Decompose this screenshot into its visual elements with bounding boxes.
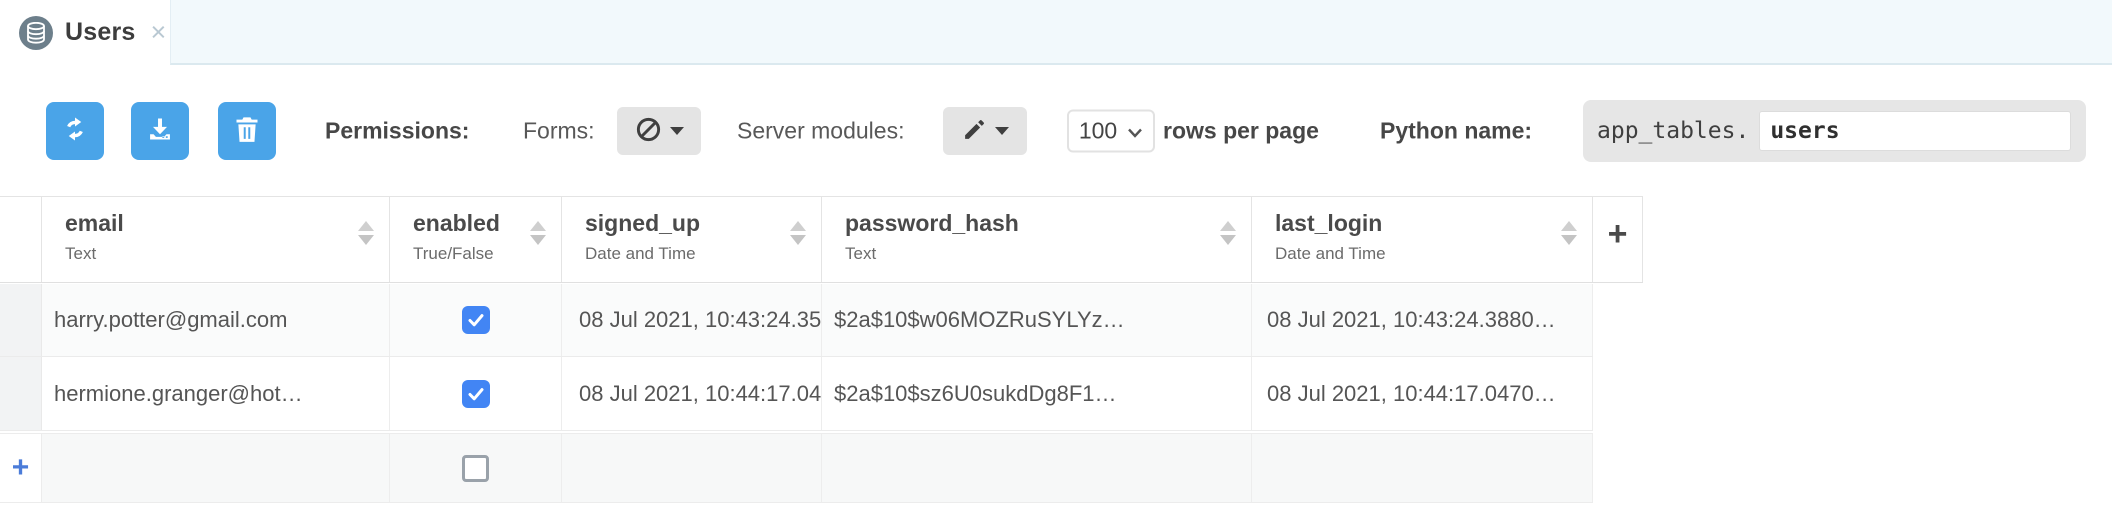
column-name: password_hash [845, 210, 1019, 236]
new-cell-password-hash[interactable] [822, 434, 1252, 502]
checkbox-checked[interactable] [461, 306, 490, 334]
column-type: True/False [413, 244, 494, 263]
pencil-icon [962, 117, 987, 145]
cell-last-login[interactable]: 08 Jul 2021, 10:44:17.0470… [1252, 357, 1593, 430]
sort-toggle-icon[interactable] [790, 221, 806, 245]
tab-close-icon[interactable]: × [151, 19, 167, 46]
column-type: Text [845, 244, 877, 263]
ban-icon [635, 116, 662, 146]
download-icon [146, 115, 174, 146]
row-gutter [0, 357, 42, 430]
new-cell-email[interactable] [42, 434, 390, 502]
caret-down-icon [669, 126, 684, 135]
python-name-input[interactable] [1759, 110, 2072, 151]
column-name: signed_up [585, 210, 701, 236]
tab-label: Users [65, 18, 136, 46]
column-type: Date and Time [1275, 244, 1386, 263]
rows-per-page-label: rows per page [1163, 117, 1319, 143]
column-header-enabled[interactable]: enabled True/False [390, 197, 562, 282]
cell-signed-up[interactable]: 08 Jul 2021, 10:43:24.3570… [562, 284, 822, 356]
new-cell-signed-up[interactable] [562, 434, 822, 502]
header-gutter [0, 197, 42, 282]
new-row: + [0, 433, 1593, 503]
chevron-down-icon [1127, 117, 1143, 144]
sort-toggle-icon[interactable] [530, 221, 546, 245]
refresh-button[interactable] [46, 101, 104, 160]
download-button[interactable] [131, 101, 189, 160]
column-type: Date and Time [585, 244, 696, 263]
table-header-row: email Text enabled True/False signed_up … [0, 196, 1643, 283]
python-name-box: app_tables. [1583, 99, 2086, 162]
column-type: Text [65, 244, 97, 263]
table-row: harry.potter@gmail.com 08 Jul 2021, 10:4… [0, 284, 1593, 357]
checkbox-unchecked[interactable] [462, 454, 489, 482]
cell-password-hash[interactable]: $2a$10$sz6U0sukdDg8F1… [822, 357, 1252, 430]
tab-bar-empty-area [170, 0, 2112, 65]
datatable-editor: Users × Permissions: Forms: Server modul… [0, 0, 2112, 512]
add-row-button[interactable]: + [0, 434, 42, 502]
add-column-button[interactable]: + [1593, 197, 1643, 282]
python-name-label: Python name: [1380, 117, 1533, 143]
column-header-last-login[interactable]: last_login Date and Time [1252, 197, 1593, 282]
column-header-signed-up[interactable]: signed_up Date and Time [562, 197, 822, 282]
cell-enabled [390, 284, 562, 356]
caret-down-icon [994, 126, 1009, 135]
cell-signed-up[interactable]: 08 Jul 2021, 10:44:17.0420… [562, 357, 822, 430]
sort-toggle-icon[interactable] [1220, 221, 1236, 245]
toolbar: Permissions: Forms: Server modules: 100 [0, 65, 2112, 196]
server-modules-permission-dropdown[interactable] [943, 106, 1027, 155]
column-header-password-hash[interactable]: password_hash Text [822, 197, 1252, 282]
tab-bar: Users × [0, 0, 2112, 65]
rows-per-page-value: 100 [1078, 117, 1118, 143]
python-name-prefix: app_tables. [1597, 117, 1750, 144]
cell-last-login[interactable]: 08 Jul 2021, 10:43:24.3880… [1252, 284, 1593, 356]
server-modules-label: Server modules: [737, 117, 905, 143]
cell-enabled [390, 357, 562, 430]
database-icon [19, 15, 53, 50]
sort-toggle-icon[interactable] [1561, 221, 1577, 245]
cell-email[interactable]: hermione.granger@hot… [42, 357, 390, 430]
column-header-email[interactable]: email Text [42, 197, 390, 282]
forms-label: Forms: [523, 117, 595, 143]
refresh-icon [60, 114, 90, 147]
column-name: last_login [1275, 210, 1383, 236]
permissions-label: Permissions: [325, 117, 470, 143]
new-cell-last-login[interactable] [1252, 434, 1593, 502]
delete-table-button[interactable] [218, 101, 276, 160]
cell-email[interactable]: harry.potter@gmail.com [42, 284, 390, 356]
new-cell-enabled [390, 434, 562, 502]
trash-icon [234, 115, 260, 146]
sort-toggle-icon[interactable] [358, 221, 374, 245]
cell-password-hash[interactable]: $2a$10$w06MOZRuSYLYz… [822, 284, 1252, 356]
checkbox-checked[interactable] [461, 379, 490, 408]
tab-users[interactable]: Users × [0, 0, 170, 65]
table-row: hermione.granger@hot… 08 Jul 2021, 10:44… [0, 357, 1593, 431]
rows-per-page-select[interactable]: 100 [1067, 109, 1155, 152]
forms-permission-dropdown[interactable] [617, 106, 701, 155]
row-gutter [0, 284, 42, 356]
column-name: email [65, 210, 124, 236]
